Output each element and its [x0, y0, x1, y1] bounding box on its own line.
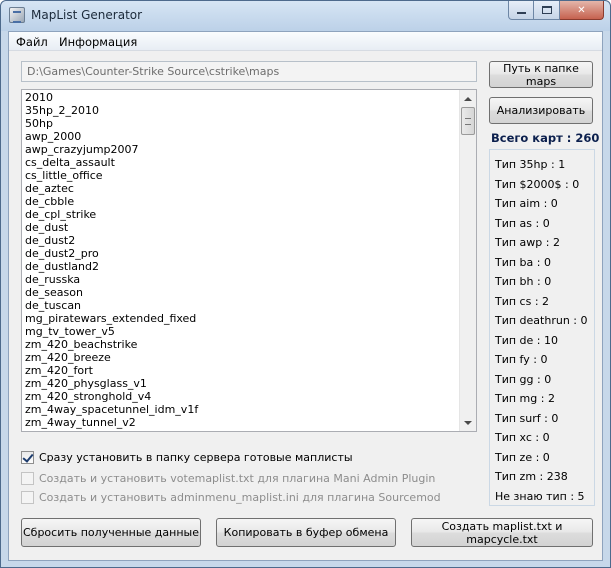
stat-item: Тип deathrun : 0 [495, 314, 588, 327]
minimize-icon [516, 12, 526, 14]
maps-list-items: 2010 35hp_2_2010 50hp awp_2000 awp_crazyjump… [25, 91, 459, 429]
option-install-server[interactable]: Сразу установить в папку сервера готовые… [21, 450, 353, 465]
arrow-up-icon [464, 96, 472, 101]
stat-item: Тип aim : 0 [495, 197, 558, 210]
map-list-item[interactable]: de_dust2 [25, 234, 459, 247]
option-votemaplist[interactable]: Создать и установить votemaplist.txt для… [21, 471, 435, 486]
stat-item: Тип awp : 2 [495, 236, 560, 249]
map-list-item[interactable]: cs_little_office [25, 169, 459, 182]
checkbox[interactable] [21, 491, 34, 504]
map-list-item[interactable]: de_season [25, 286, 459, 299]
map-list-item[interactable]: cs_delta_assault [25, 156, 459, 169]
stat-item: Не знаю тип : 5 [495, 489, 585, 503]
close-icon: ✕ [577, 4, 586, 16]
stat-item: Тип 35hp : 1 [495, 158, 566, 171]
map-list-item[interactable]: awp_crazyjump2007 [25, 143, 459, 156]
map-list-item[interactable]: zm_420_stronghold_v4 [25, 390, 459, 403]
map-list-item[interactable]: de_russka [25, 273, 459, 286]
map-list-item[interactable]: de_dust [25, 221, 459, 234]
menu-bar: Файл Информация [9, 32, 602, 51]
maps-path-field[interactable]: D:\Games\Counter-Strike Source\cstrike\m… [21, 61, 477, 82]
stat-item: Тип mg : 2 [495, 392, 555, 405]
stat-item: Тип fy : 0 [495, 353, 548, 366]
close-button[interactable]: ✕ [560, 1, 604, 20]
map-list-item[interactable]: zm_420_beachstrike [25, 338, 459, 351]
map-list-item[interactable]: zm_420_physglass_v1 [25, 377, 459, 390]
checkbox[interactable] [21, 451, 34, 464]
checkbox[interactable] [21, 472, 34, 485]
arrow-down-icon [464, 420, 472, 425]
stat-item: Тип as : 0 [495, 216, 550, 230]
maximize-icon [541, 6, 552, 14]
map-list-item[interactable]: de_cpl_strike [25, 208, 459, 221]
window-title: MapList Generator [31, 8, 143, 22]
minimize-button[interactable] [508, 1, 534, 20]
map-list-item[interactable]: zm_420_breeze [25, 351, 459, 364]
maximize-button[interactable] [534, 1, 560, 20]
option-label: Сразу установить в папку сервера готовые… [39, 451, 353, 464]
map-list-item[interactable]: de_tuscan [25, 299, 459, 312]
scroll-thumb[interactable] [461, 107, 475, 135]
reset-button[interactable]: Сбросить полученные данные [21, 518, 201, 547]
map-list-item[interactable]: de_dust2_pro [25, 247, 459, 260]
maps-list[interactable]: 2010 35hp_2_2010 50hp awp_2000 awp_crazyjump… [21, 89, 477, 432]
client-area: Файл Информация D:\Games\Counter-Strike … [8, 31, 603, 561]
map-list-item[interactable]: de_dustland2 [25, 260, 459, 273]
stat-item: Тип $2000$ : 0 [495, 177, 580, 191]
stat-item: Тип ze : 0 [495, 450, 550, 464]
title-bar[interactable]: MapList Generator ✕ [1, 1, 610, 31]
option-label: Создать и установить adminmenu_maplist.i… [39, 491, 441, 504]
stats-panel: Тип 35hp : 1 Тип $2000$ : 0 Тип aim : 0 Тип… [489, 149, 595, 506]
map-list-item[interactable]: mg_piratewars_extended_fixed [25, 312, 459, 325]
map-list-item[interactable]: zm_4way_spacetunnel_idm_v1f [25, 403, 459, 416]
map-list-item[interactable]: zm_4way_tunnel_v2 [25, 416, 459, 429]
maps-scrollbar[interactable] [459, 90, 476, 431]
map-list-item[interactable]: 50hp [25, 117, 459, 130]
map-list-item[interactable]: zm_420_fort [25, 364, 459, 377]
menu-file[interactable]: Файл [16, 35, 48, 49]
stat-item: Тип ba : 0 [495, 255, 551, 269]
map-list-item[interactable]: 35hp_2_2010 [25, 104, 459, 117]
copy-clipboard-button[interactable]: Копировать в буфер обмена [216, 518, 396, 547]
menu-info[interactable]: Информация [59, 35, 137, 49]
total-maps: Всего карт : 260 [491, 131, 600, 145]
app-icon[interactable] [9, 7, 25, 23]
window-controls: ✕ [508, 1, 604, 21]
option-label: Создать и установить votemaplist.txt для… [39, 472, 436, 485]
maps-folder-button[interactable]: Путь к папке maps [489, 61, 593, 88]
stat-item: Тип bh : 0 [495, 275, 552, 288]
stat-item: Тип gg : 0 [495, 372, 552, 386]
map-list-item[interactable]: de_cbble [25, 195, 459, 208]
stat-item: Тип surf : 0 [495, 411, 559, 425]
scroll-up-button[interactable] [460, 90, 476, 107]
stat-item: Тип zm : 238 [495, 470, 568, 483]
scroll-down-button[interactable] [460, 414, 476, 431]
app-window: MapList Generator ✕ Файл Информация D:\G… [0, 0, 611, 568]
map-list-item[interactable]: awp_2000 [25, 130, 459, 143]
map-list-item[interactable]: 2010 [25, 91, 459, 104]
analyze-button[interactable]: Анализировать [489, 97, 593, 124]
stat-item: Тип xc : 0 [495, 431, 550, 444]
create-maplist-button[interactable]: Создать maplist.txt и mapcycle.txt [411, 518, 593, 547]
stat-item: Тип de : 10 [495, 333, 559, 347]
map-list-item[interactable]: mg_tv_tower_v5 [25, 325, 459, 338]
stat-item: Тип cs : 2 [495, 294, 550, 308]
map-list-item[interactable]: de_aztec [25, 182, 459, 195]
option-adminmenu[interactable]: Создать и установить adminmenu_maplist.i… [21, 490, 441, 505]
